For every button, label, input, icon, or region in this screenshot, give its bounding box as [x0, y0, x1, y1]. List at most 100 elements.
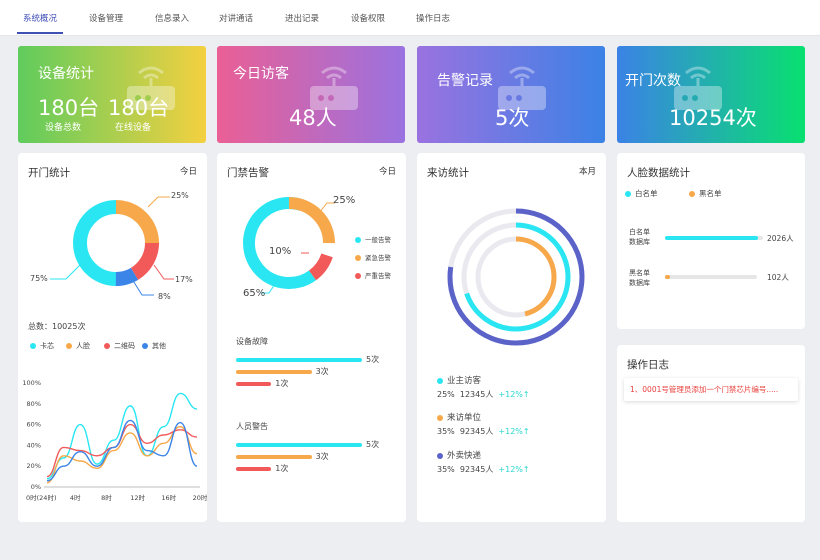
x-tick-label: 8时	[101, 493, 112, 502]
access-alarm-panel: 门禁告警 今日 25% 10% 65% 一般告警 紧急告警 严重告警 设备故障 …	[217, 153, 406, 522]
legend-dot	[625, 191, 631, 197]
device-total-value: 180台	[38, 96, 100, 120]
blacklist-value: 102人	[767, 273, 789, 282]
legend-dot	[437, 452, 443, 459]
panel-title: 开门统计	[28, 167, 70, 179]
tab-operation-log[interactable]: 操作日志	[411, 0, 455, 36]
tab-info-entry[interactable]: 信息录入	[150, 0, 194, 36]
alarm-bar	[236, 370, 312, 374]
visit-item-owner-name: 业主访客	[437, 374, 481, 386]
legend-dot	[142, 343, 148, 349]
legend-dot	[355, 255, 361, 261]
visit-item-delivery-name: 外卖快递	[437, 449, 481, 461]
panel-title: 来访统计	[427, 167, 469, 179]
visit-radial-chart	[447, 208, 585, 346]
alarm-bar	[236, 467, 272, 471]
y-tick-label: 40%	[27, 441, 41, 449]
x-tick-label: 4时	[70, 493, 81, 502]
alarm-bar	[236, 358, 362, 362]
alarm-bar-value: 1次	[275, 464, 289, 473]
legend-general: 一般告警	[355, 234, 391, 244]
device-stats-card: 设备统计 180台 设备总数 180台 在线设备	[18, 46, 206, 143]
donut-label-qrcode: 17%	[175, 275, 193, 284]
door-opens-value: 10254次	[669, 106, 757, 130]
visit-stats-panel: 来访统计 本月 业主访客 25% 12345人 +12%↑ 来访单位 35% 9…	[417, 153, 606, 522]
tab-device-management[interactable]: 设备管理	[84, 0, 128, 36]
visit-item-owner-stats: 25% 12345人 +12%↑	[437, 390, 530, 399]
visitors-card: 今日访客 48人	[217, 46, 405, 143]
panel-title: 人脸数据统计	[627, 167, 690, 179]
card-title: 设备统计	[38, 66, 94, 82]
tab-device-permissions[interactable]: 设备权限	[346, 0, 390, 36]
visit-item-unit-name: 来访单位	[437, 411, 481, 423]
x-tick-label: 16时	[161, 493, 176, 502]
door-trend-line-chart: 100% 80% 60% 40% 20% 0% 0时(24时) 4时 8时 12时 16时 20时	[22, 379, 207, 502]
whitelist-value: 2026人	[767, 234, 794, 243]
legend-dot	[355, 237, 361, 243]
legend-urgent: 紧急告警	[355, 252, 391, 262]
donut-label-urgent: 65%	[243, 288, 266, 299]
range-label[interactable]: 本月	[579, 165, 596, 177]
y-tick-label: 80%	[27, 400, 41, 408]
device-online-value: 180台	[108, 96, 170, 120]
personnel-title: 人员警告	[236, 422, 268, 431]
total-count: 总数：10025次	[28, 322, 86, 331]
whitelist-bar	[665, 236, 759, 240]
alarm-bar-value: 5次	[366, 355, 380, 364]
range-label[interactable]: 今日	[180, 165, 197, 177]
card-title: 告警记录	[437, 73, 493, 89]
donut-label-card: 75%	[30, 274, 48, 283]
donut-label-general: 25%	[333, 195, 356, 206]
top-nav: 系统概况 设备管理 信息录入 对讲通话 进出记录 设备权限 操作日志	[0, 0, 820, 36]
legend-blacklist: 黑名单	[689, 188, 722, 199]
alarms-value: 5次	[495, 106, 530, 130]
door-opens-card: 开门次数 10254次	[617, 46, 805, 143]
panel-title: 操作日志	[627, 359, 669, 371]
alarm-bar-value: 5次	[366, 440, 380, 449]
legend-whitelist: 白名单	[625, 188, 658, 199]
legend-dot	[437, 414, 443, 421]
legend-dot	[66, 343, 72, 349]
legend-dot	[689, 191, 695, 197]
alarm-bar-value: 3次	[315, 452, 329, 461]
visitors-value: 48人	[289, 106, 337, 130]
door-stats-donut	[50, 196, 174, 296]
y-tick-label: 60%	[27, 421, 41, 429]
blacklist-db-label: 黑名单 数据库	[629, 269, 650, 287]
visit-item-unit-stats: 35% 92345人 +12%↑	[437, 427, 530, 436]
fault-title: 设备故障	[236, 337, 268, 346]
legend-dot	[437, 377, 443, 384]
tab-intercom[interactable]: 对讲通话	[214, 0, 258, 36]
alarm-bar-value: 1次	[275, 379, 289, 388]
range-label[interactable]: 今日	[379, 165, 396, 177]
panel-title: 门禁告警	[227, 167, 269, 179]
x-tick-label: 0时(24时)	[26, 493, 56, 502]
y-tick-label: 100%	[22, 379, 41, 387]
log-entry[interactable]: 1、0001号管理员添加一个门禁芯片编号.....	[624, 378, 798, 401]
donut-label-other: 8%	[158, 292, 171, 301]
legend-card: 卡芯	[30, 341, 54, 351]
donut-label-severe: 10%	[269, 246, 292, 257]
card-title: 开门次数	[625, 73, 681, 89]
legend-face: 人脸	[66, 341, 90, 351]
tab-access-records[interactable]: 进出记录	[280, 0, 324, 36]
x-tick-label: 20时	[193, 493, 207, 502]
whitelist-db-label: 白名单 数据库	[629, 228, 650, 246]
legend-dot	[30, 343, 36, 349]
visit-item-delivery-stats: 35% 92345人 +12%↑	[437, 465, 530, 474]
alarm-bar	[236, 382, 272, 386]
legend-dot	[104, 343, 110, 349]
blacklist-bar	[665, 275, 670, 279]
alarm-bar	[236, 443, 362, 447]
card-title: 今日访客	[233, 66, 289, 82]
y-tick-label: 20%	[27, 462, 41, 470]
legend-severe: 严重告警	[355, 270, 391, 280]
face-stats-panel: 人脸数据统计 白名单 黑名单 白名单 数据库 2026人 黑名单 数据库 102人	[617, 153, 805, 329]
tab-system-overview[interactable]: 系统概况	[17, 0, 63, 36]
legend-other: 其他	[142, 341, 166, 351]
blacklist-track	[665, 275, 757, 279]
device-total-label: 设备总数	[45, 123, 82, 133]
alarm-bar	[236, 455, 312, 459]
legend-qrcode: 二维码	[104, 341, 135, 351]
y-tick-label: 0%	[31, 483, 41, 491]
